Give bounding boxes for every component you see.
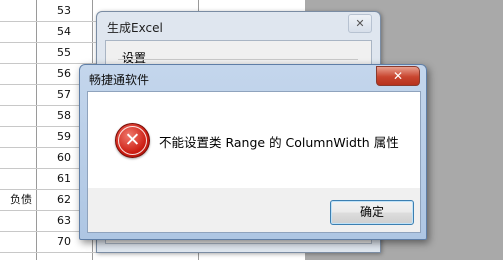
- sheet-cell[interactable]: [0, 84, 36, 105]
- row-number: 54: [57, 25, 71, 38]
- error-x-glyph: ✕: [124, 129, 141, 151]
- dialog-title: 畅捷通软件: [89, 73, 150, 87]
- error-message: 不能设置类 Range 的 ColumnWidth 属性: [159, 135, 399, 150]
- close-icon[interactable]: ✕: [348, 14, 372, 33]
- sheet-cell[interactable]: [0, 0, 36, 21]
- group-divider: [118, 59, 358, 60]
- sheet-cell[interactable]: [0, 42, 36, 63]
- sheet-cell[interactable]: [0, 147, 36, 168]
- error-dialog: 畅捷通软件 ✕ ✕ 不能设置类 Range 的 ColumnWidth 属性 确…: [79, 64, 427, 240]
- sheet-cell[interactable]: [0, 210, 36, 231]
- sheet-cell[interactable]: [0, 126, 36, 147]
- sheet-cell[interactable]: [0, 63, 36, 84]
- dialog-body: ✕ 不能设置类 Range 的 ColumnWidth 属性 确定: [87, 91, 421, 233]
- sheet-cell[interactable]: [0, 168, 36, 189]
- row-number: 53: [57, 4, 71, 17]
- error-icon: ✕: [115, 123, 150, 158]
- close-button[interactable]: ✕: [376, 66, 420, 86]
- sheet-cell[interactable]: 负债: [0, 189, 36, 210]
- sheet-cell[interactable]: [0, 231, 36, 252]
- sheet-cell[interactable]: [0, 105, 36, 126]
- ok-button[interactable]: 确定: [330, 200, 414, 225]
- dialog-title: 生成Excel: [107, 21, 163, 35]
- sheet-cell[interactable]: [0, 21, 36, 42]
- row-number: 55: [57, 46, 71, 59]
- message-area: ✕ 不能设置类 Range 的 ColumnWidth 属性: [88, 92, 420, 188]
